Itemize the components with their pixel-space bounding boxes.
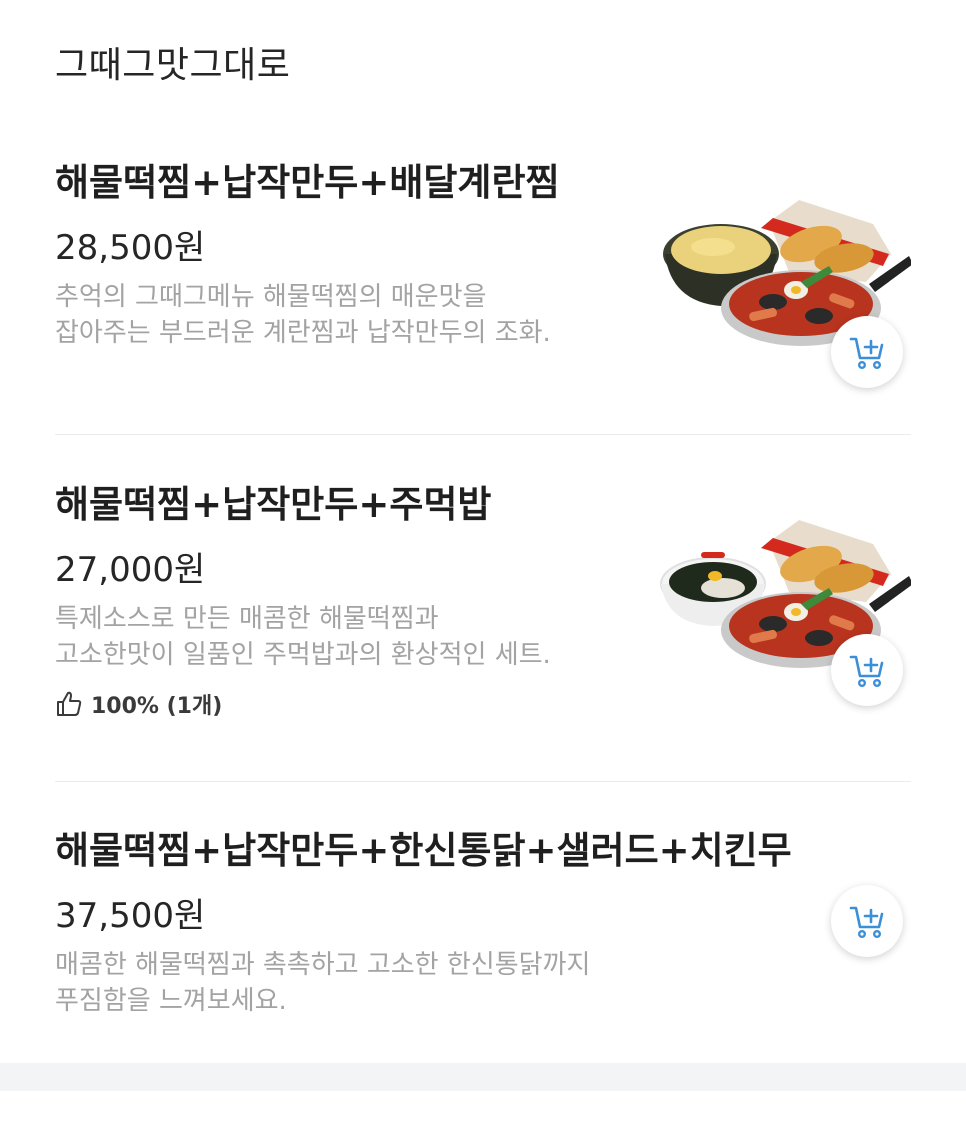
item-description: 추억의 그때그메뉴 해물떡찜의 매운맛을 잡아주는 부드러운 계란찜과 납작만두… <box>55 279 655 351</box>
add-to-cart-icon <box>849 337 884 370</box>
item-price: 37,500원 <box>55 896 206 936</box>
add-to-cart-icon <box>849 906 884 939</box>
menu-item[interactable]: 해물떡찜+납작만두+한신통닭+샐러드+치킨무 37,500원 매콤한 해물떡찜과… <box>55 820 911 1040</box>
item-description: 매콤한 해물떡찜과 촉촉하고 고소한 한신통닭까지 푸짐함을 느껴보세요. <box>55 947 655 1019</box>
item-description: 특제소스로 만든 매콤한 해물떡찜과 고소한맛이 일품인 주먹밥과의 환상적인 … <box>55 601 655 673</box>
section-separator-bar <box>0 1063 966 1091</box>
description-line: 추억의 그때그메뉴 해물떡찜의 매운맛을 <box>55 282 487 312</box>
description-line: 잡아주는 부드러운 계란찜과 납작만두의 조화. <box>55 318 551 348</box>
description-line: 푸짐함을 느껴보세요. <box>55 986 287 1016</box>
item-price: 27,000원 <box>55 550 206 590</box>
add-to-cart-button[interactable] <box>831 885 903 957</box>
thumbs-up-icon <box>57 691 82 716</box>
item-name: 해물떡찜+납작만두+한신통닭+샐러드+치킨무 <box>55 829 792 872</box>
section-title: 그때그맛그대로 <box>55 45 291 86</box>
divider <box>55 434 911 435</box>
description-line: 고소한맛이 일품인 주먹밥과의 환상적인 세트. <box>55 640 551 670</box>
add-to-cart-button[interactable] <box>831 634 903 706</box>
menu-item[interactable]: 해물떡찜+납작만두+배달계란찜 28,500원 추억의 그때그메뉴 해물떡찜의 … <box>55 152 913 392</box>
description-line: 매콤한 해물떡찜과 촉촉하고 고소한 한신통닭까지 <box>55 950 591 980</box>
item-price: 28,500원 <box>55 228 206 268</box>
item-rating: 100% (1개) <box>55 688 222 720</box>
description-line: 특제소스로 만든 매콤한 해물떡찜과 <box>55 604 439 634</box>
add-to-cart-icon <box>849 655 884 688</box>
add-to-cart-button[interactable] <box>831 316 903 388</box>
item-name: 해물떡찜+납작만두+배달계란찜 <box>55 161 560 204</box>
item-name: 해물떡찜+납작만두+주먹밥 <box>55 483 492 526</box>
rating-text: 100% (1개) <box>91 694 223 719</box>
divider <box>55 781 911 782</box>
menu-item[interactable]: 해물떡찜+납작만두+주먹밥 27,000원 특제소스로 만든 매콤한 해물떡찜과… <box>55 474 913 744</box>
